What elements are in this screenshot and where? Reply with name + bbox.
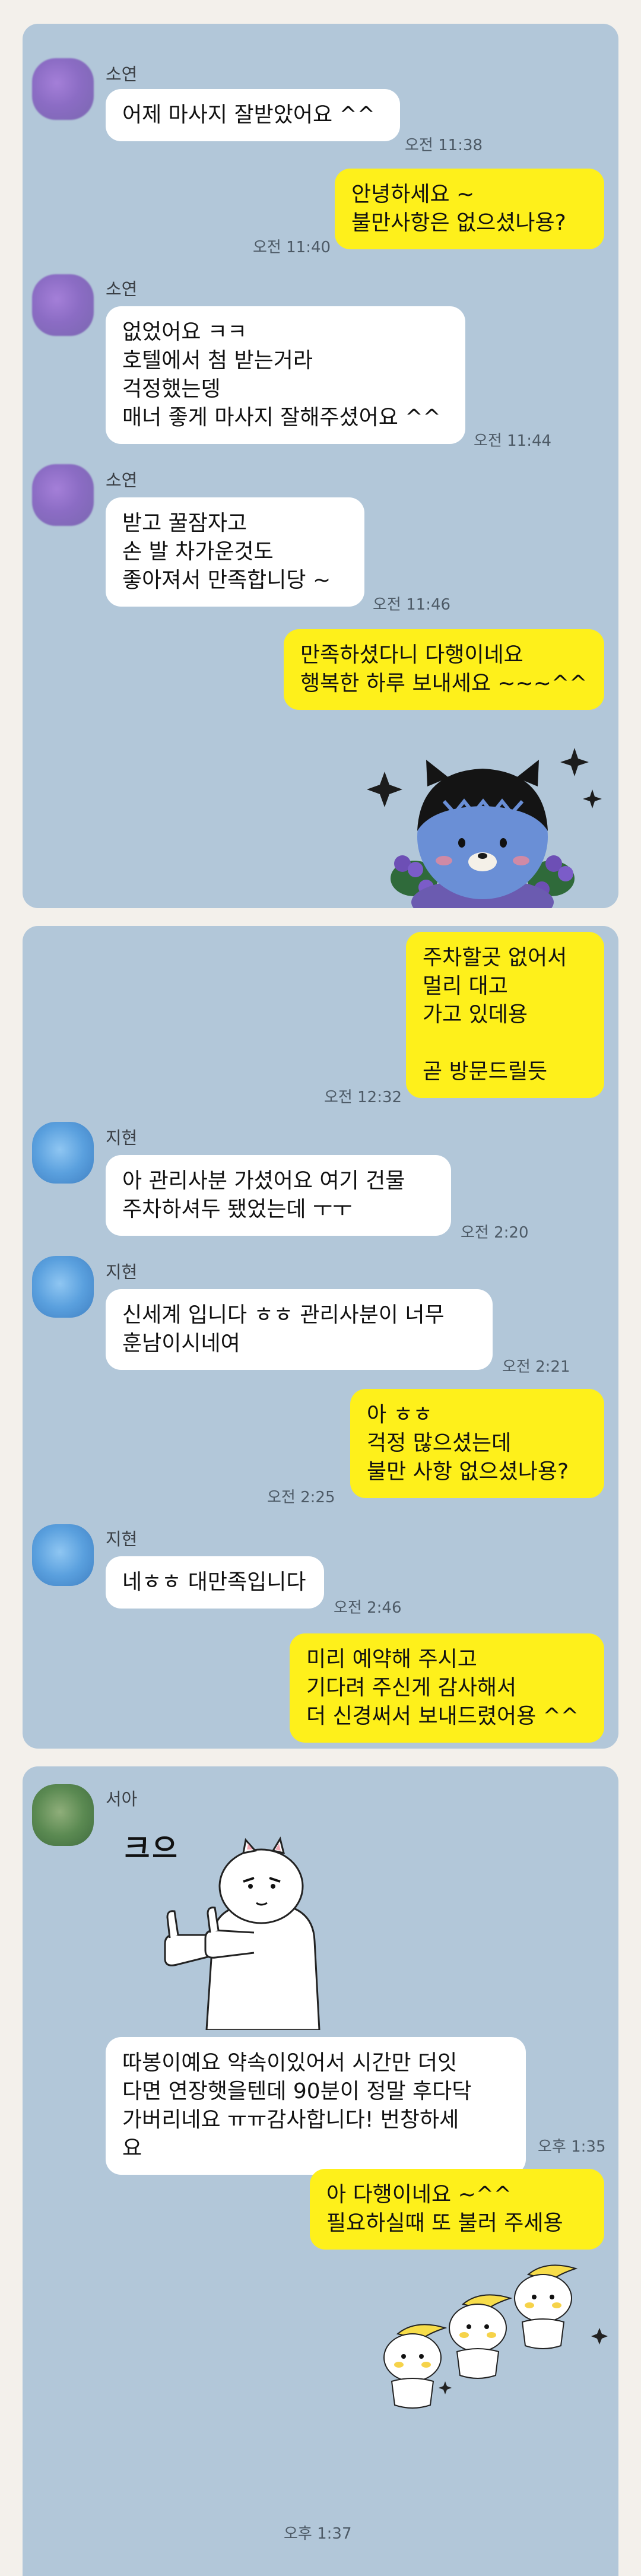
message-bubble[interactable]: 받고 꿀잠자고 손 발 차가운것도 좋아져서 만족합니당 ~: [106, 497, 364, 607]
avatar-seoa[interactable]: [32, 1784, 94, 1846]
message-bubble[interactable]: 따봉이예요 약속이있어서 시간만 더잇 다면 연장햇을텐데 90분이 정말 후다…: [106, 2037, 526, 2175]
message-time: 오전 12:32: [324, 1089, 402, 1106]
sender-name: 소연: [106, 279, 138, 299]
message-time: 오전 11:44: [474, 432, 552, 450]
message-time: 오후 1:37: [284, 2525, 352, 2543]
sender-name: 서아: [106, 1789, 138, 1809]
character-sticker[interactable]: [361, 736, 610, 908]
message-bubble[interactable]: 안녕하세요 ~ 불만사항은 없으셨나용?: [335, 169, 604, 249]
sender-name: 지현: [106, 1128, 138, 1148]
message-bubble[interactable]: 어제 마사지 잘받았어요 ^^: [106, 89, 400, 141]
message-bubble[interactable]: 아 다행이네요 ~^^ 필요하실때 또 불러 주세용: [310, 2169, 604, 2250]
message-bubble[interactable]: 아 ㅎㅎ 걱정 많으셨는데 불만 사항 없으셨나용?: [350, 1389, 604, 1498]
message-bubble[interactable]: 만족하셨다니 다행이네요 행복한 하루 보내세요 ~~~^^: [284, 629, 604, 710]
message-time: 오전 2:20: [461, 1224, 529, 1242]
sender-name: 소연: [106, 470, 138, 490]
avatar-jihyun[interactable]: [32, 1524, 94, 1586]
message-time: 오후 1:35: [538, 2138, 606, 2156]
avatar-soyeon[interactable]: [32, 274, 94, 336]
avatar-jihyun[interactable]: [32, 1122, 94, 1184]
message-time: 오전 2:21: [502, 1358, 570, 1376]
chat-panel-1: 소연 어제 마사지 잘받았어요 ^^ 오전 11:38 안녕하세요 ~ 불만사항…: [23, 24, 618, 908]
avatar-jihyun[interactable]: [32, 1256, 94, 1318]
avatar-soyeon[interactable]: [32, 464, 94, 526]
sender-name: 지현: [106, 1262, 138, 1282]
message-bubble[interactable]: 주차할곳 없어서 멀리 대고 가고 있데용 곧 방문드릴듯: [406, 932, 604, 1098]
chat-panel-3: 서아 크으 따봉이예요 약속이있어서 시간만 더잇 다면 연장햇을텐데 90분이…: [23, 1766, 618, 2576]
character-sticker-image: [367, 748, 602, 908]
message-time: 오전 11:40: [253, 239, 331, 256]
sticker-caption: 크으: [125, 1832, 180, 1864]
chat-panel-2: 주차할곳 없어서 멀리 대고 가고 있데용 곧 방문드릴듯 오전 12:32 지…: [23, 926, 618, 1749]
sender-name: 소연: [106, 64, 138, 84]
message-bubble[interactable]: 네ㅎㅎ 대만족입니다: [106, 1556, 324, 1609]
message-bubble[interactable]: 신세계 입니다 ㅎㅎ 관리사분이 너무 훈남이시네여: [106, 1289, 493, 1370]
message-bubble[interactable]: 아 관리사분 가셨어요 여기 건물 주차하셔두 됐었는데 ㅜㅜ: [106, 1155, 451, 1236]
message-time: 오전 2:46: [334, 1599, 402, 1617]
dancing-characters-sticker[interactable]: [374, 2257, 611, 2435]
message-time: 오전 11:46: [373, 596, 451, 614]
message-time: 오전 2:25: [267, 1489, 335, 1506]
message-bubble[interactable]: 없었어요 ㅋㅋ 호텔에서 첨 받는거라 걱정했는뎅 매너 좋게 마사지 잘해주셨…: [106, 306, 465, 444]
sender-name: 지현: [106, 1529, 138, 1549]
message-bubble[interactable]: 미리 예약해 주시고 기다려 주신게 감사해서 더 신경써서 보내드렸어용 ^^: [290, 1633, 604, 1743]
avatar-soyeon[interactable]: [32, 58, 94, 120]
message-time: 오전 11:38: [405, 137, 483, 154]
thumbs-up-sticker[interactable]: 크으: [106, 1816, 385, 2031]
dancing-characters-image: [383, 2264, 608, 2409]
